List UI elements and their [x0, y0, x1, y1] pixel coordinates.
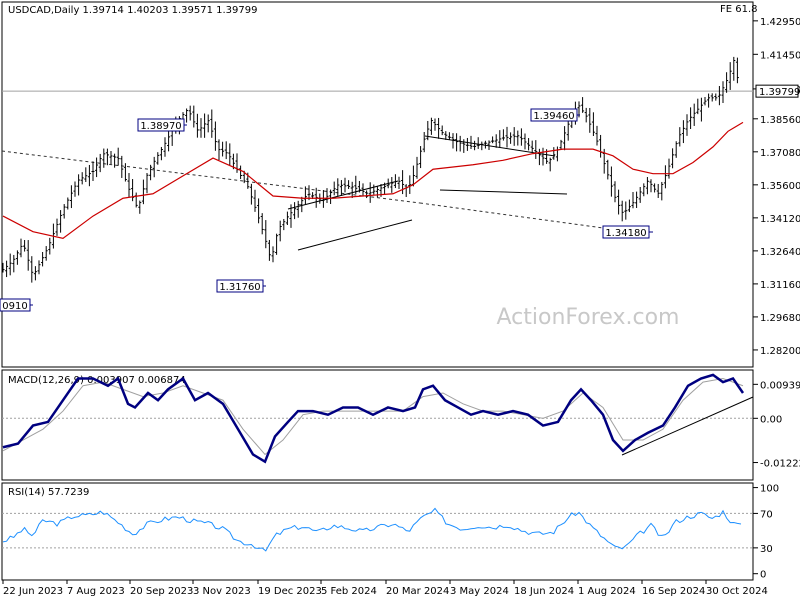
rsi-axis: 100 70 30 0: [2, 484, 779, 581]
rsi-tick-label: 30: [760, 544, 773, 555]
symbol-info: USDCAD,Daily 1.39714 1.40203 1.39571 1.3…: [8, 5, 258, 16]
macd-trendline: [621, 396, 754, 456]
annotation-label: 1.39460: [533, 111, 574, 122]
rsi-line: [2, 507, 742, 552]
channel-lower-line: [297, 219, 413, 251]
price-tick-label: 1.34120: [760, 214, 800, 225]
price-axis: 1.429501.414501.399001.385601.370801.356…: [753, 17, 800, 357]
time-tick-label: 3 Nov 2023: [193, 586, 251, 597]
annotation-label: 1.34180: [605, 228, 646, 239]
current-price-label: 1.39799: [759, 87, 800, 98]
price-tick-label: 1.28200: [760, 346, 800, 357]
time-tick-label: 30 Oct 2024: [706, 586, 768, 597]
macd-tick-label: -0.012225: [760, 459, 800, 470]
time-axis: 22 Jun 2023 7 Aug 2023 20 Sep 2023 3 Nov 20…: [2, 580, 768, 597]
time-tick-label: 20 Sep 2023: [130, 586, 193, 597]
price-tick-label: 1.31160: [760, 280, 800, 291]
watermark: ActionForex.com: [497, 305, 680, 330]
price-tick-label: 1.42950: [760, 17, 800, 28]
forex-chart: ActionForex.com USDCAD,Daily 1.39714 1.4…: [0, 1, 800, 597]
time-tick-label: 5 Feb 2024: [321, 586, 377, 597]
price-tick-label: 1.38560: [760, 115, 800, 126]
triangle-lower-line: [439, 189, 568, 195]
moving-average-line: [2, 121, 744, 240]
time-tick-label: 1 Aug 2024: [578, 586, 636, 597]
time-tick-label: 18 Jun 2024: [514, 586, 574, 597]
time-tick-label: 22 Jun 2023: [3, 586, 63, 597]
price-tick-label: 1.37080: [760, 148, 800, 159]
time-tick-label: 20 Mar 2024: [386, 586, 449, 597]
price-tick-label: 1.35600: [760, 181, 800, 192]
lower-dotted-trendline: [419, 202, 619, 231]
rsi-tick-label: 70: [760, 509, 773, 520]
rsi-tick-label: 100: [760, 484, 779, 495]
price-trendlines: [1, 135, 619, 251]
annotation-label: 0910: [2, 301, 27, 312]
rsi-title: RSI(14) 57.7239: [8, 487, 89, 498]
macd-tick-label: 0.009391: [760, 380, 800, 391]
fibonacci-indicator: FE 61.8: [720, 4, 758, 15]
rsi-tick-label: 0: [760, 570, 766, 581]
price-tick-label: 1.29680: [760, 313, 800, 324]
time-tick-label: 7 Aug 2023: [67, 586, 125, 597]
annotation-label: 1.38970: [140, 121, 181, 132]
time-tick-label: 3 May 2024: [450, 586, 509, 597]
price-annotations: 1.38970 1.31760 1.39460 1.34180 0910: [0, 108, 653, 312]
macd-tick-label: 0.00: [760, 414, 782, 425]
time-tick-label: 16 Sep 2024: [642, 586, 705, 597]
macd-axis: 0.009391 0.00 -0.012225: [2, 380, 800, 470]
price-tick-label: 1.32640: [760, 247, 800, 258]
price-tick-label: 1.41450: [760, 50, 800, 61]
annotation-label: 1.31760: [219, 282, 260, 293]
time-tick-label: 19 Dec 2023: [258, 586, 322, 597]
